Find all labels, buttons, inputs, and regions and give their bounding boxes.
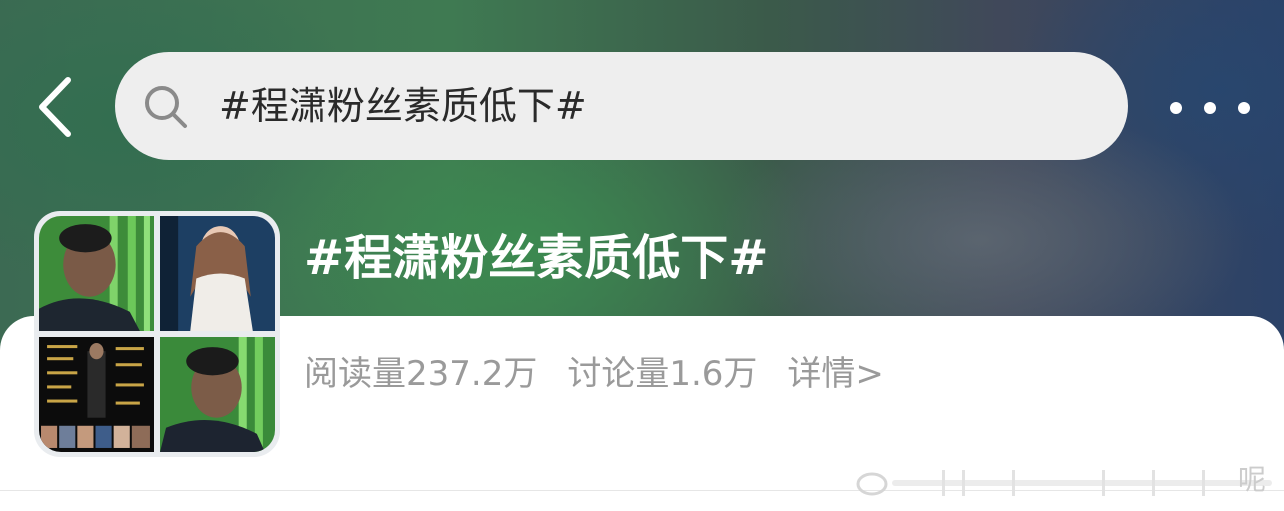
topic-cover-image[interactable] <box>34 211 280 457</box>
search-query[interactable]: #程潇粉丝素质低下# <box>219 82 587 130</box>
search-bar[interactable]: #程潇粉丝素质低下# <box>115 52 1128 160</box>
discussion-count: 讨论量1.6万 <box>567 354 758 394</box>
topic-title: #程潇粉丝素质低下# <box>304 230 769 286</box>
more-horizontal-icon <box>1238 102 1250 114</box>
back-button[interactable] <box>28 72 88 142</box>
more-horizontal-icon <box>1170 102 1182 114</box>
more-button[interactable] <box>1170 88 1250 128</box>
watermark-text: 呢 <box>1238 463 1267 496</box>
more-horizontal-icon <box>1204 102 1216 114</box>
cover-photo-4 <box>160 337 275 452</box>
topic-page: #程潇粉丝素质低下# #程潇粉丝素质低下# 阅读量237.2万 讨论量1.6万 … <box>0 0 1284 511</box>
details-link[interactable]: 详情> <box>787 350 884 398</box>
cover-photo-3 <box>39 337 154 452</box>
chevron-left-icon <box>39 77 71 137</box>
search-icon <box>145 86 187 128</box>
cover-photo-1 <box>39 216 154 331</box>
read-count: 阅读量237.2万 <box>304 354 538 394</box>
watermark-logo-icon <box>856 470 1272 496</box>
topic-stats: 阅读量237.2万 讨论量1.6万 详情> <box>304 350 884 398</box>
cover-photo-2 <box>160 216 275 331</box>
